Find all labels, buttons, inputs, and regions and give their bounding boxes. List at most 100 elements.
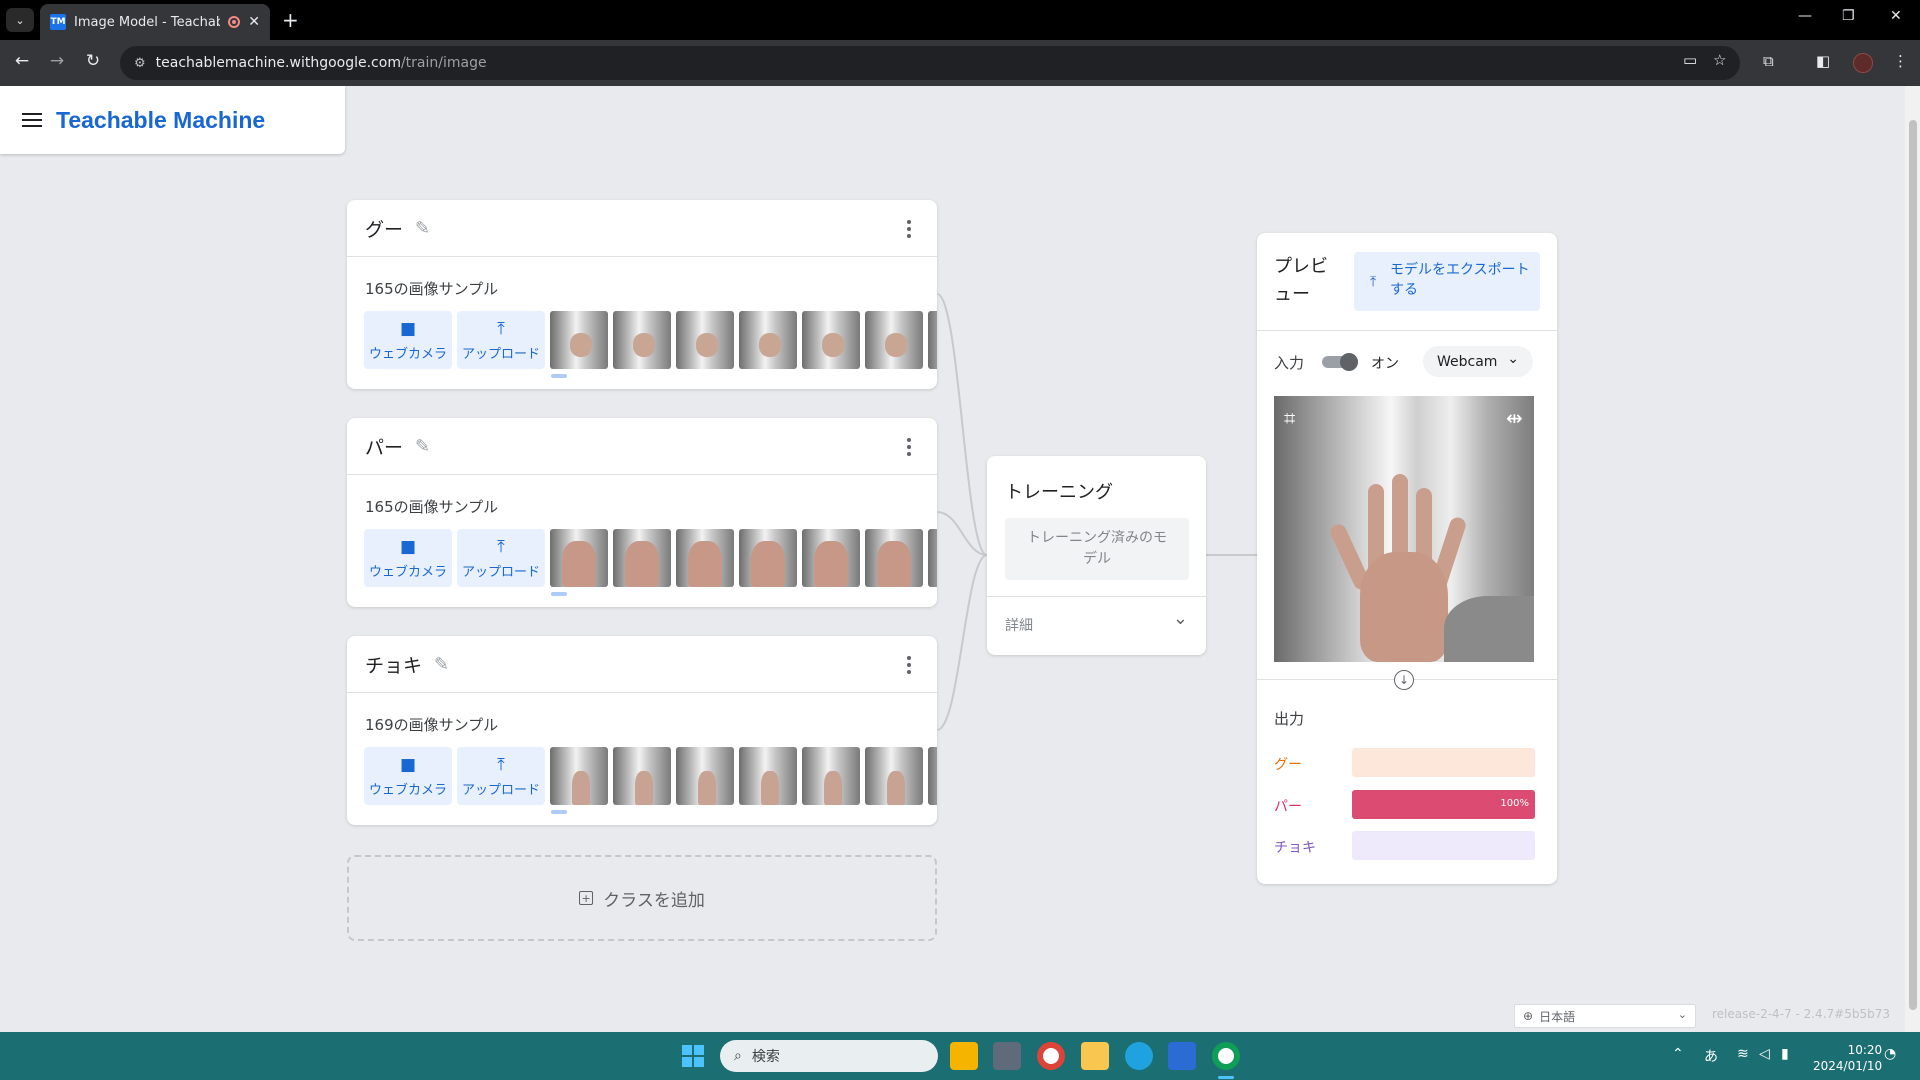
edge-icon[interactable]	[1125, 1042, 1153, 1070]
window-close-icon[interactable]: ✕	[1890, 8, 1902, 24]
tab-close-icon[interactable]: ✕	[248, 14, 260, 30]
clock-date: 2024/01/10	[1813, 1059, 1883, 1073]
more-options-icon[interactable]	[907, 438, 911, 456]
sample-thumbnail[interactable]	[676, 747, 734, 805]
edit-pencil-icon[interactable]: ✎	[415, 436, 430, 457]
add-class-button[interactable]: + クラスを追加	[347, 855, 937, 941]
task-view-icon[interactable]	[993, 1042, 1021, 1070]
add-icon: +	[579, 891, 594, 905]
browser-tabstrip: ⌄ TM Image Model - Teachable M ✕ + — ❐ ✕	[0, 0, 1920, 40]
preview-card: プレビュー ⤒ モデルをエクスポートする 入力 オン Webcam ⌄ ⌗ ⇹ …	[1257, 233, 1557, 884]
export-icon: ⤒	[1370, 274, 1377, 290]
sample-thumbnail[interactable]	[802, 747, 860, 805]
sample-thumbnail[interactable]	[550, 747, 608, 805]
sample-thumbnail[interactable]	[865, 311, 923, 369]
site-info-icon[interactable]: ⚙	[134, 56, 146, 71]
sample-thumbnail[interactable]	[928, 311, 937, 369]
sample-thumbnail[interactable]	[928, 529, 937, 587]
advanced-label[interactable]: 詳細	[1005, 615, 1033, 635]
upload-button[interactable]: ⤒ アップロード	[457, 747, 545, 805]
sample-thumbnail[interactable]	[676, 311, 734, 369]
windows-start-icon[interactable]	[682, 1045, 704, 1067]
sample-thumbnail[interactable]	[613, 747, 671, 805]
sample-thumbnail[interactable]	[739, 529, 797, 587]
sample-thumbnail[interactable]	[739, 747, 797, 805]
thumbnail-scroll-indicator[interactable]	[551, 810, 567, 814]
sample-thumbnail[interactable]	[550, 311, 608, 369]
sample-thumbnail[interactable]	[928, 747, 937, 805]
battery-icon[interactable]: ▮	[1781, 1046, 1789, 1062]
profile-avatar[interactable]	[1853, 53, 1873, 73]
more-options-icon[interactable]	[907, 656, 911, 674]
thumbnail-scroll-indicator[interactable]	[551, 592, 567, 596]
input-toggle[interactable]	[1322, 353, 1358, 371]
taskbar-search[interactable]: ⌕ 検索	[720, 1040, 938, 1072]
tab-search-button[interactable]: ⌄	[6, 8, 34, 32]
camera-in-use-icon[interactable]: ▭	[1683, 51, 1697, 69]
scrollbar-thumb[interactable]	[1909, 120, 1917, 1010]
sample-thumbnails[interactable]	[550, 747, 937, 805]
tray-overflow-icon[interactable]: ⌃	[1672, 1046, 1684, 1062]
wifi-icon[interactable]: ≋	[1737, 1046, 1749, 1062]
notification-bell-icon[interactable]: ◔	[1884, 1046, 1896, 1062]
sample-thumbnail[interactable]	[802, 311, 860, 369]
more-options-icon[interactable]	[907, 220, 911, 238]
class-name[interactable]: グー	[365, 215, 403, 242]
sample-thumbnail[interactable]	[865, 747, 923, 805]
sample-thumbnail[interactable]	[865, 529, 923, 587]
add-class-label: クラスを追加	[603, 890, 705, 911]
edit-pencil-icon[interactable]: ✎	[415, 218, 430, 239]
hamburger-menu-icon[interactable]	[22, 113, 42, 127]
language-select[interactable]: ⊕ 日本語 ⌄	[1514, 1004, 1696, 1028]
sample-thumbnails[interactable]	[550, 311, 937, 369]
sample-thumbnails[interactable]	[550, 529, 937, 587]
upload-button[interactable]: ⤒ アップロード	[457, 311, 545, 369]
file-explorer-icon[interactable]	[1081, 1042, 1109, 1070]
page-scrollbar[interactable]	[1905, 86, 1920, 1032]
thumbnail-scroll-indicator[interactable]	[551, 374, 567, 378]
back-icon[interactable]: ←	[10, 51, 34, 71]
sample-thumbnail[interactable]	[550, 529, 608, 587]
chrome-active-icon[interactable]	[1212, 1042, 1240, 1070]
output-class-name: パー	[1274, 799, 1302, 815]
taskbar-clock[interactable]: 10:20 2024/01/10	[1813, 1042, 1882, 1074]
chrome-icon[interactable]	[1037, 1042, 1065, 1070]
bookmark-star-icon[interactable]: ☆	[1713, 51, 1726, 69]
side-panel-icon[interactable]: ◧	[1816, 52, 1830, 70]
new-tab-button[interactable]: +	[282, 8, 299, 32]
sample-thumbnail[interactable]	[676, 529, 734, 587]
ime-indicator[interactable]: あ	[1704, 1046, 1718, 1066]
webcam-button[interactable]: ■ ウェブカメラ	[364, 747, 452, 805]
widgets-icon[interactable]	[950, 1042, 978, 1070]
browser-menu-icon[interactable]: ⋮	[1893, 52, 1908, 70]
edit-pencil-icon[interactable]: ✎	[434, 654, 449, 675]
chevron-down-icon[interactable]: ⌄	[1173, 608, 1188, 629]
volume-icon[interactable]: ◁	[1759, 1046, 1770, 1062]
upload-button[interactable]: ⤒ アップロード	[457, 529, 545, 587]
export-model-button[interactable]: ⤒ モデルをエクスポートする	[1354, 252, 1540, 311]
recording-icon	[228, 16, 241, 28]
class-name[interactable]: チョキ	[365, 651, 422, 678]
microsoft-store-icon[interactable]	[1168, 1042, 1196, 1070]
address-bar[interactable]: ⚙ teachablemachine.withgoogle.com /train…	[120, 46, 1740, 80]
sample-thumbnail[interactable]	[613, 529, 671, 587]
reload-icon[interactable]: ↻	[81, 51, 105, 71]
sample-thumbnail[interactable]	[739, 311, 797, 369]
extensions-icon[interactable]: ⧉	[1763, 52, 1774, 70]
webcam-button[interactable]: ■ ウェブカメラ	[364, 529, 452, 587]
restore-icon[interactable]: ❐	[1842, 8, 1855, 24]
class-name[interactable]: パー	[365, 433, 403, 460]
sample-thumbnail[interactable]	[613, 311, 671, 369]
flip-icon[interactable]: ⇹	[1506, 406, 1523, 430]
webcam-label: ウェブカメラ	[368, 782, 447, 798]
train-model-button[interactable]: トレーニング済みのモデル	[1005, 518, 1189, 580]
brand-title[interactable]: Teachable Machine	[56, 107, 265, 134]
upload-icon: ⤒	[497, 536, 505, 557]
sample-thumbnail[interactable]	[802, 529, 860, 587]
input-source-dropdown[interactable]: Webcam ⌄	[1423, 346, 1533, 377]
webcam-button[interactable]: ■ ウェブカメラ	[364, 311, 452, 369]
crop-icon[interactable]: ⌗	[1284, 406, 1295, 430]
browser-tab[interactable]: TM Image Model - Teachable M ✕	[40, 4, 270, 40]
forward-icon[interactable]: →	[45, 51, 69, 71]
minimize-icon[interactable]: —	[1798, 8, 1812, 24]
